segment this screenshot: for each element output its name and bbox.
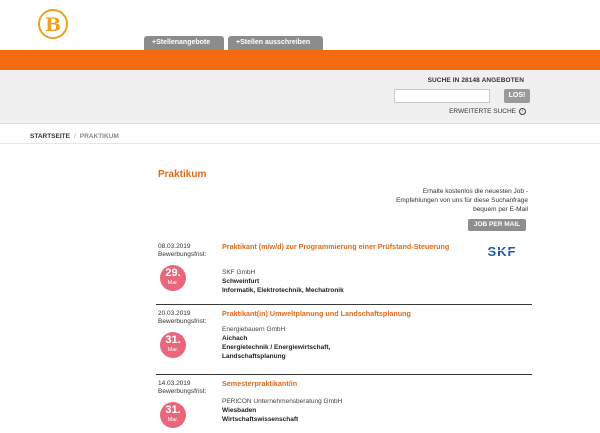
job-field: Wirtschaftswissenschaft: [222, 416, 299, 423]
job-date: 08.03.2019 Bewerbungsfrist:: [158, 243, 206, 259]
main-tabs: +Stellenangebote +Stellen ausschreiben: [144, 36, 323, 50]
job-info: Energiebauern GmbH Aichach Energietechni…: [222, 325, 330, 361]
mail-text-1: Erhalte kostenlos die neuesten Job -: [422, 188, 528, 195]
advanced-search-link[interactable]: ERWEITERTE SUCHE ›: [449, 108, 526, 115]
advanced-search-icon: ›: [519, 108, 526, 115]
search-button[interactable]: LOS!: [504, 89, 530, 103]
job-item[interactable]: 14.03.2019 Bewerbungsfrist: 31. Mar. Sem…: [156, 374, 532, 433]
company-name: Energiebauern GmbH: [222, 326, 286, 333]
deadline-day: 31.: [165, 334, 181, 346]
deadline-badge: 31. Mar.: [160, 402, 186, 428]
company-name: PERICON Unternehmensberatung GmbH: [222, 398, 343, 405]
deadline-month: Mar.: [167, 280, 179, 286]
job-title[interactable]: Praktikant (m/w/d) zur Programmierung ei…: [222, 242, 452, 252]
publish-date: 08.03.2019: [158, 243, 191, 250]
deadline-month: Mar.: [167, 417, 179, 423]
job-city: Aichach: [222, 335, 248, 342]
tab-stellen-ausschreiben[interactable]: +Stellen ausschreiben: [228, 36, 323, 50]
job-field: Energietechnik / Energiewirtschaft,: [222, 344, 331, 351]
job-city: Schweinfurt: [222, 278, 260, 285]
top-bar: B +Stellenangebote +Stellen ausschreiben: [0, 0, 600, 50]
job-info: PERICON Unternehmensberatung GmbH Wiesba…: [222, 397, 342, 424]
mail-text-3: bequem per E-Mail: [473, 206, 528, 213]
skf-logo-stripe: [479, 250, 525, 251]
mail-text-2: Empfehlungen von uns für diese Suchanfra…: [396, 197, 528, 204]
job-title[interactable]: Semesterpraktikant/in: [222, 379, 452, 389]
job-item[interactable]: 08.03.2019 Bewerbungsfrist: 29. Mar. Pra…: [156, 238, 532, 304]
logo[interactable]: B: [38, 9, 68, 39]
job-per-mail-button[interactable]: JOB PER MAIL: [468, 219, 526, 231]
job-field-2: Landschaftsplanung: [222, 353, 286, 360]
tab-stellenangebote[interactable]: +Stellenangebote: [144, 36, 224, 50]
job-date: 20.03.2019 Bewerbungsfrist:: [158, 310, 206, 326]
deadline-badge: 29. Mar.: [160, 265, 186, 291]
search-label: SUCHE IN 28148 ANGEBOTEN: [427, 77, 524, 84]
mail-info: Erhalte kostenlos die neuesten Job - Emp…: [328, 187, 528, 214]
job-info: SKF GmbH Schweinfurt Informatik, Elektro…: [222, 268, 344, 295]
deadline-day: 29.: [165, 267, 181, 279]
skf-logo[interactable]: SKF: [479, 245, 525, 258]
orange-banner: [0, 50, 600, 70]
deadline-label: Bewerbungsfrist:: [158, 388, 207, 395]
deadline-day: 31.: [165, 404, 181, 416]
deadline-label: Bewerbungsfrist:: [158, 251, 207, 258]
deadline-month: Mar.: [167, 347, 179, 353]
publish-date: 20.03.2019: [158, 310, 191, 317]
company-name: SKF GmbH: [222, 269, 256, 276]
advanced-search-label: ERWEITERTE SUCHE: [449, 108, 516, 115]
deadline-label: Bewerbungsfrist:: [158, 318, 207, 325]
search-input[interactable]: [394, 89, 490, 103]
job-date: 14.03.2019 Bewerbungsfrist:: [158, 380, 206, 396]
logo-letter: B: [44, 14, 62, 36]
breadcrumb-home[interactable]: STARTSEITE: [30, 133, 70, 140]
page-title: Praktikum: [158, 169, 207, 180]
breadcrumb-separator: /: [73, 133, 76, 140]
publish-date: 14.03.2019: [158, 380, 191, 387]
skf-logo-text: SKF: [488, 245, 517, 258]
breadcrumb: STARTSEITE / PRAKTIKUM: [30, 133, 119, 140]
job-field: Informatik, Elektrotechnik, Mechatronik: [222, 287, 344, 294]
deadline-badge: 31. Mar.: [160, 332, 186, 358]
job-item[interactable]: 20.03.2019 Bewerbungsfrist: 31. Mar. Pra…: [156, 304, 532, 374]
job-list: 08.03.2019 Bewerbungsfrist: 29. Mar. Pra…: [156, 238, 532, 433]
breadcrumb-current: PRAKTIKUM: [79, 133, 119, 140]
search-area: SUCHE IN 28148 ANGEBOTEN LOS!: [0, 70, 600, 124]
job-title[interactable]: Praktikant(in) Umweltplanung und Landsch…: [222, 309, 452, 319]
divider: [0, 143, 600, 144]
job-city: Wiesbaden: [222, 407, 257, 414]
